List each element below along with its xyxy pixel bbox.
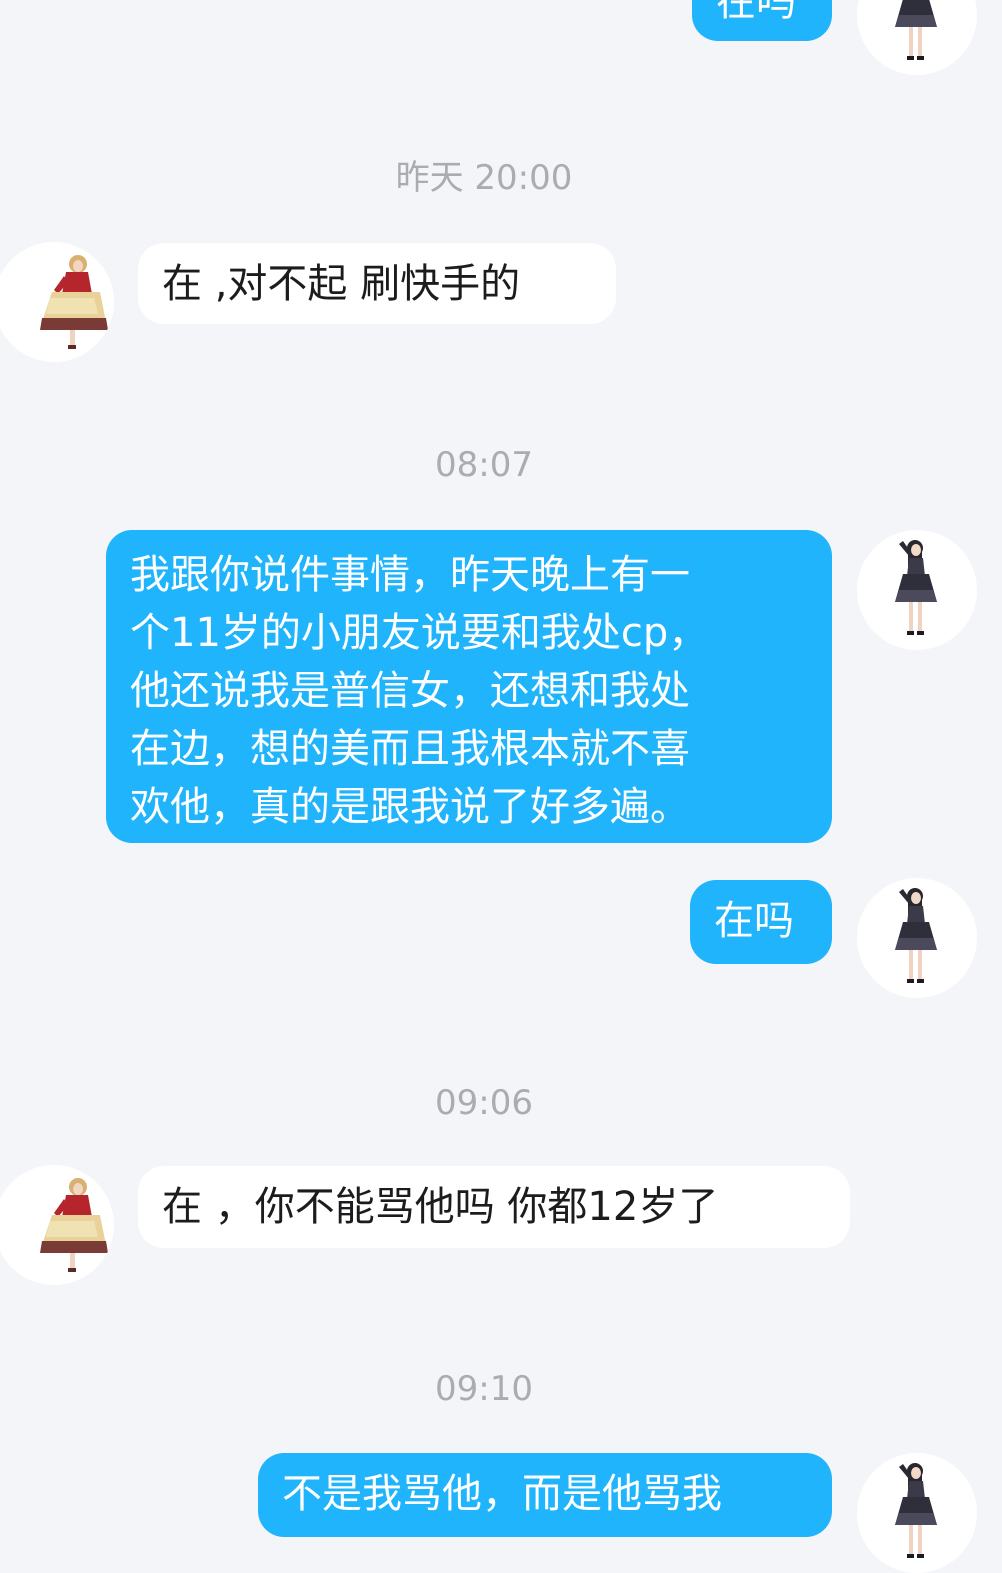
message-timestamp: 09:06 [435, 1083, 533, 1123]
self-avatar[interactable] [857, 878, 977, 998]
girl-red-dress-avatar-icon [0, 1165, 114, 1285]
self-avatar[interactable] [857, 530, 977, 650]
message-text: 在 ,对不起 刷快手的 [162, 261, 521, 307]
outgoing-message-bubble[interactable]: 在吗 [690, 880, 832, 964]
outgoing-message-bubble[interactable]: 我跟你说件事情，昨天晚上有一 个11岁的小朋友说要和我处cp， 他还说我是普信女… [106, 530, 832, 843]
message-text: 在吗 [716, 0, 796, 25]
self-avatar[interactable] [857, 1453, 977, 1573]
message-timestamp: 09:10 [435, 1369, 533, 1409]
message-text: 在吗 [714, 898, 794, 944]
chat-conversation: 在吗 昨天 20:00 在 ,对不起 刷快手的 08:07 我跟你说件事情，昨天… [0, 0, 1002, 1573]
girl-black-dress-avatar-icon [857, 530, 977, 650]
girl-black-dress-avatar-icon [857, 0, 977, 75]
incoming-message-bubble[interactable]: 在 ,对不起 刷快手的 [138, 243, 616, 324]
contact-avatar[interactable] [0, 1165, 114, 1285]
message-text-line: 我跟你说件事情，昨天晚上有一 [130, 552, 690, 598]
message-text-line: 在边，想的美而且我根本就不喜 [130, 726, 690, 772]
message-text-line: 他还说我是普信女，还想和我处 [130, 668, 690, 714]
message-text: 不是我骂他，而是他骂我 [282, 1471, 722, 1517]
message-text-line: 欢他，真的是跟我说了好多遍。 [130, 784, 690, 830]
message-text: 在 ，你不能骂他吗 你都12岁了 [162, 1184, 719, 1230]
outgoing-message-bubble[interactable]: 不是我骂他，而是他骂我 [258, 1453, 832, 1537]
outgoing-message-bubble[interactable]: 在吗 [692, 0, 832, 41]
contact-avatar[interactable] [0, 242, 114, 362]
message-timestamp: 08:07 [435, 445, 533, 485]
girl-black-dress-avatar-icon [857, 878, 977, 998]
incoming-message-bubble[interactable]: 在 ，你不能骂他吗 你都12岁了 [138, 1166, 850, 1248]
girl-black-dress-avatar-icon [857, 1453, 977, 1573]
message-text-line: 个11岁的小朋友说要和我处cp， [130, 610, 709, 656]
message-timestamp: 昨天 20:00 [395, 158, 573, 198]
girl-red-dress-avatar-icon [0, 242, 114, 362]
self-avatar[interactable] [857, 0, 977, 75]
